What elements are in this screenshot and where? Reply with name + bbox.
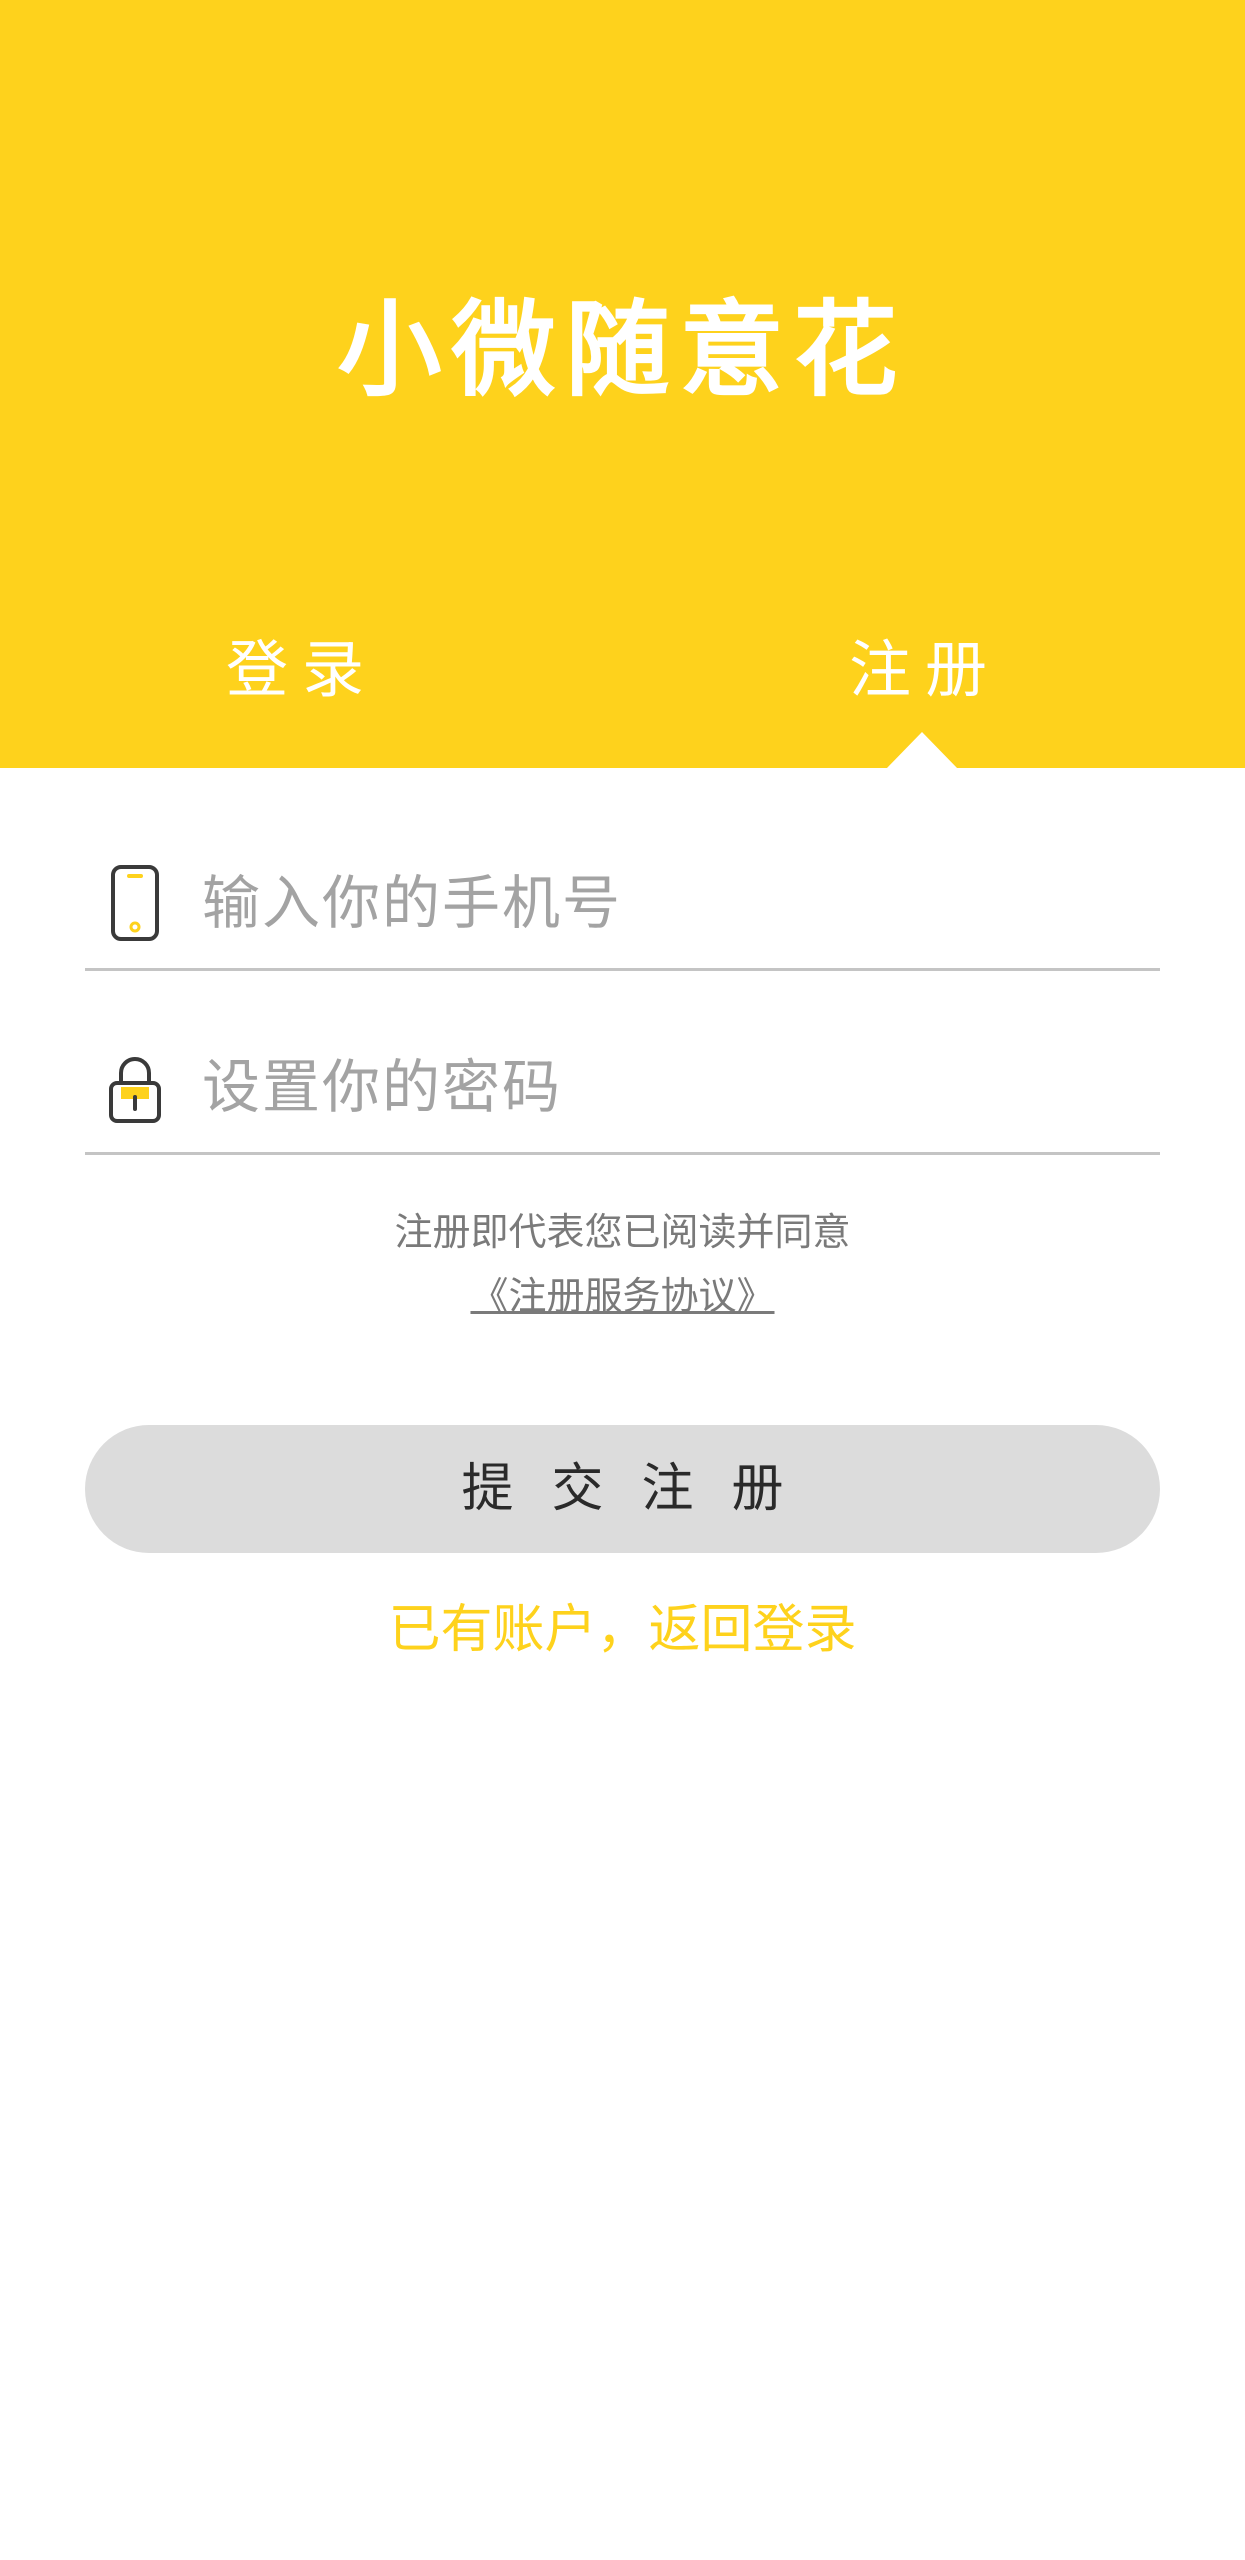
phone-icon <box>105 863 165 943</box>
phone-field <box>85 828 1160 971</box>
lock-icon <box>105 1047 165 1127</box>
tab-login[interactable]: 登录 <box>122 630 482 710</box>
header-banner: 小微随意花 登录 注册 <box>0 0 1245 769</box>
active-tab-indicator <box>886 732 958 769</box>
back-to-login-link[interactable]: 已有账户，返回登录 <box>0 1595 1245 1665</box>
phone-input[interactable] <box>202 858 1142 948</box>
password-field <box>85 1012 1160 1155</box>
tab-register[interactable]: 注册 <box>745 630 1105 710</box>
app-title: 小微随意花 <box>337 289 908 411</box>
agreement-text: 注册即代表您已阅读并同意 <box>394 1210 851 1254</box>
service-agreement-link[interactable]: 《注册服务协议》 <box>470 1274 774 1318</box>
agreement-link-row: 《注册服务协议》 <box>0 1266 1245 1326</box>
password-input[interactable] <box>202 1042 1142 1132</box>
submit-register-button[interactable]: 提交注册 <box>85 1425 1160 1553</box>
